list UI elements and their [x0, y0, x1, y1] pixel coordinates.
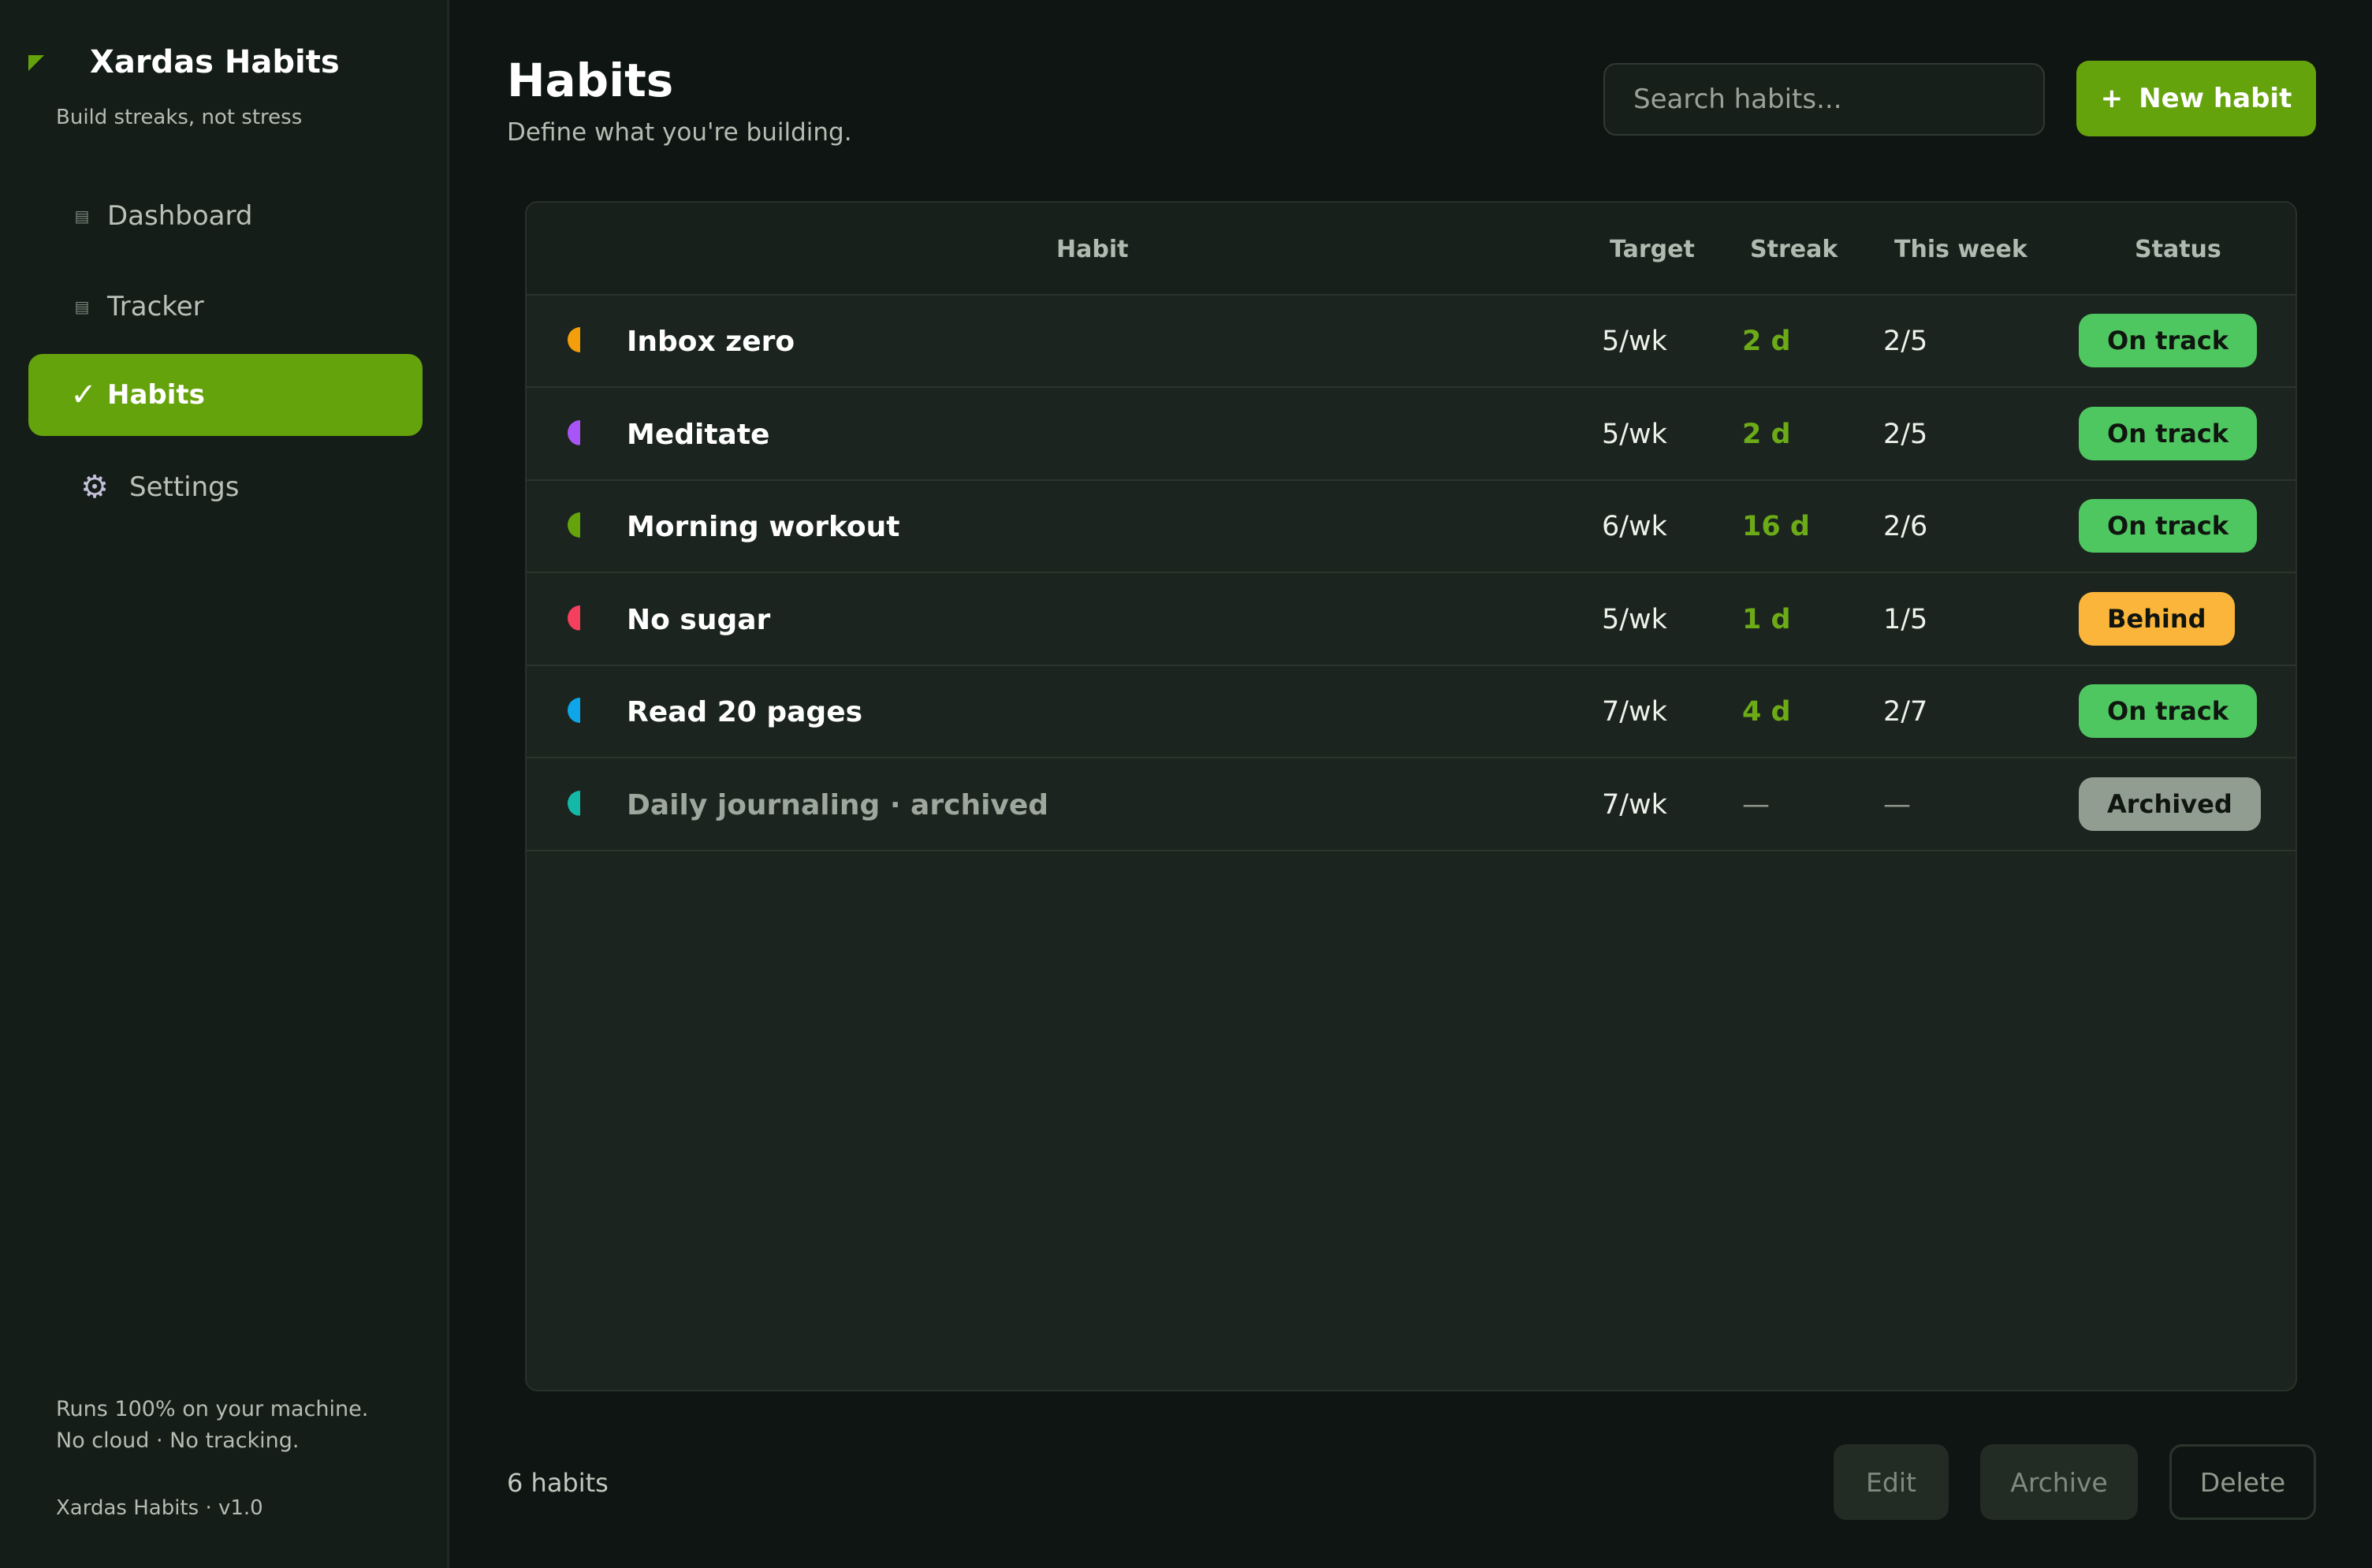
status-badge: Archived — [2079, 777, 2261, 831]
table-row[interactable]: Morning workout 6/wk 16 d 2/6 On track — [527, 481, 2296, 573]
habit-streak: 2 d — [1742, 418, 1791, 450]
habit-name: Morning workout — [627, 511, 900, 543]
habit-color-dot — [568, 512, 580, 538]
sidebar-item-habits[interactable]: ✓ Habits — [28, 354, 423, 436]
table-row[interactable]: Read 20 pages 7/wk 4 d 2/7 On track — [527, 666, 2296, 758]
habit-this-week: — — [1883, 788, 1911, 821]
habit-color-dot — [568, 698, 580, 723]
column-header-status[interactable]: Status — [2135, 236, 2221, 263]
privacy-line: No cloud · No tracking. — [56, 1428, 300, 1453]
habit-count: 6 habits — [507, 1468, 609, 1498]
sidebar-item-label: Tracker — [107, 291, 204, 322]
habit-streak: — — [1742, 788, 1770, 821]
column-header-this-week[interactable]: This week — [1894, 236, 2028, 263]
habit-streak: 2 d — [1742, 326, 1791, 357]
sidebar-item-label: Settings — [129, 471, 240, 503]
habit-name: Daily journaling · archived — [627, 788, 1049, 821]
new-habit-button[interactable]: + New habit — [2076, 61, 2316, 136]
habit-target: 5/wk — [1602, 326, 1667, 357]
column-header-habit[interactable]: Habit — [1056, 236, 1128, 263]
status-badge: On track — [2079, 314, 2258, 367]
archive-button[interactable]: Archive — [1980, 1444, 2138, 1520]
check-icon: ✓ — [70, 377, 97, 413]
habit-this-week: 2/5 — [1883, 418, 1928, 450]
habit-this-week: 2/6 — [1883, 511, 1928, 542]
table-header: Habit Target Streak This week Status — [527, 203, 2296, 296]
table-row[interactable]: Daily journaling · archived 7/wk — — Archive… — [527, 759, 2296, 851]
habit-color-dot — [568, 790, 580, 816]
habit-color-dot — [568, 605, 580, 631]
habit-streak: 1 d — [1742, 603, 1791, 635]
table-row[interactable]: Meditate 5/wk 2 d 2/5 On track — [527, 389, 2296, 481]
habits-table: Habit Target Streak This week Status Inb… — [525, 201, 2297, 1391]
plus-icon: + — [2100, 83, 2124, 114]
habit-this-week: 2/7 — [1883, 696, 1928, 728]
edit-button[interactable]: Edit — [1834, 1444, 1949, 1520]
habit-streak: 16 d — [1742, 511, 1810, 542]
app-version: Xardas Habits · v1.0 — [56, 1496, 263, 1520]
search-input[interactable] — [1603, 63, 2045, 136]
sidebar-item-dashboard[interactable]: ▤ Dashboard — [28, 175, 423, 257]
table-row[interactable]: No sugar 5/wk 1 d 1/5 Behind — [527, 574, 2296, 666]
habit-name: Inbox zero — [627, 326, 795, 358]
list-icon: ▤ — [74, 207, 90, 225]
privacy-note: Runs 100% on your machine. No cloud · No… — [56, 1394, 368, 1457]
sidebar-item-tracker[interactable]: ▤ Tracker — [28, 266, 423, 348]
habit-color-dot — [568, 327, 580, 352]
column-header-streak[interactable]: Streak — [1750, 236, 1838, 263]
habit-name: No sugar — [627, 603, 771, 636]
app-title: Xardas Habits — [90, 44, 340, 80]
table-row[interactable]: Inbox zero 5/wk 2 d 2/5 On track — [527, 296, 2296, 388]
habit-this-week: 2/5 — [1883, 326, 1928, 357]
habit-target: 7/wk — [1602, 788, 1667, 821]
habit-this-week: 1/5 — [1883, 603, 1928, 635]
app-tagline: Build streaks, not stress — [56, 106, 303, 129]
page-subtitle: Define what you're building. — [507, 118, 852, 147]
logo-icon — [28, 55, 44, 71]
habit-target: 5/wk — [1602, 603, 1667, 635]
status-badge: On track — [2079, 406, 2258, 460]
gear-icon: ⚙ — [80, 469, 109, 505]
column-header-target[interactable]: Target — [1610, 236, 1695, 263]
new-habit-label: New habit — [2139, 83, 2292, 114]
sidebar-item-label: Dashboard — [107, 200, 253, 232]
habit-streak: 4 d — [1742, 696, 1791, 728]
sidebar: Xardas Habits Build streaks, not stress … — [0, 0, 449, 1568]
list-icon: ▤ — [74, 297, 90, 316]
status-badge: On track — [2079, 684, 2258, 738]
habit-name: Read 20 pages — [627, 696, 863, 728]
habit-target: 7/wk — [1602, 696, 1667, 728]
habit-target: 5/wk — [1602, 418, 1667, 450]
habit-color-dot — [568, 419, 580, 445]
status-badge: Behind — [2079, 591, 2235, 646]
status-badge: On track — [2079, 499, 2258, 553]
habit-name: Meditate — [627, 418, 770, 451]
sidebar-item-label: Habits — [107, 379, 205, 411]
sidebar-item-settings[interactable]: ⚙ Settings — [28, 446, 423, 528]
habit-target: 6/wk — [1602, 511, 1667, 542]
privacy-line: Runs 100% on your machine. — [56, 1397, 369, 1421]
page-title: Habits — [507, 54, 674, 107]
delete-button[interactable]: Delete — [2169, 1444, 2316, 1520]
